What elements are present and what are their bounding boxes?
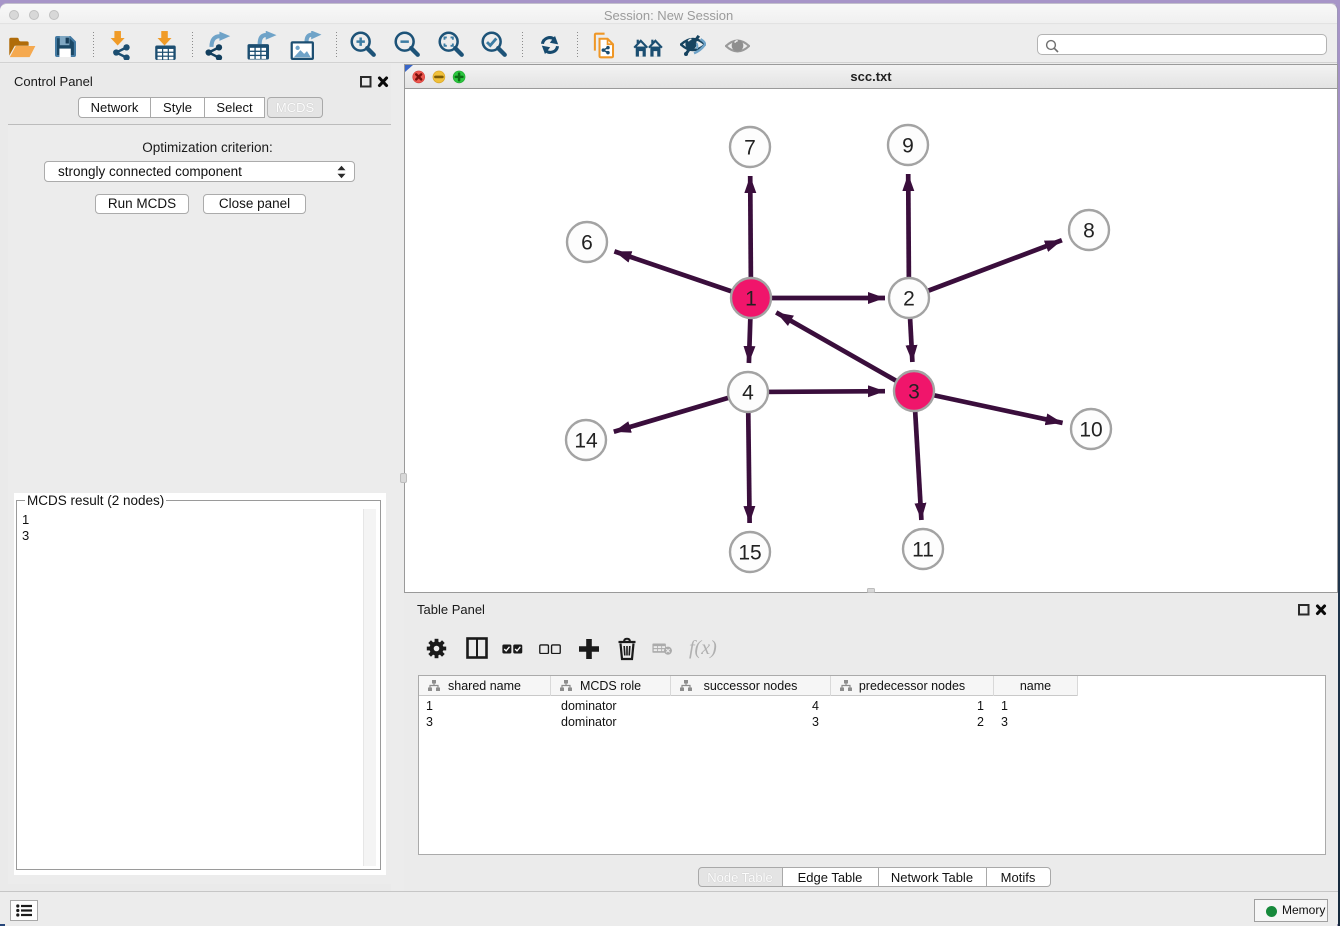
svg-text:2: 2 [903, 288, 915, 311]
svg-text:15: 15 [738, 542, 761, 565]
svg-text:7: 7 [744, 137, 756, 160]
svg-text:6: 6 [581, 232, 593, 255]
svg-text:11: 11 [912, 539, 934, 562]
svg-text:10: 10 [1079, 419, 1102, 442]
svg-text:4: 4 [742, 382, 754, 405]
svg-text:8: 8 [1083, 220, 1095, 243]
svg-text:3: 3 [908, 381, 920, 404]
svg-text:14: 14 [574, 430, 598, 453]
svg-text:1: 1 [745, 288, 757, 311]
svg-text:9: 9 [902, 135, 914, 158]
